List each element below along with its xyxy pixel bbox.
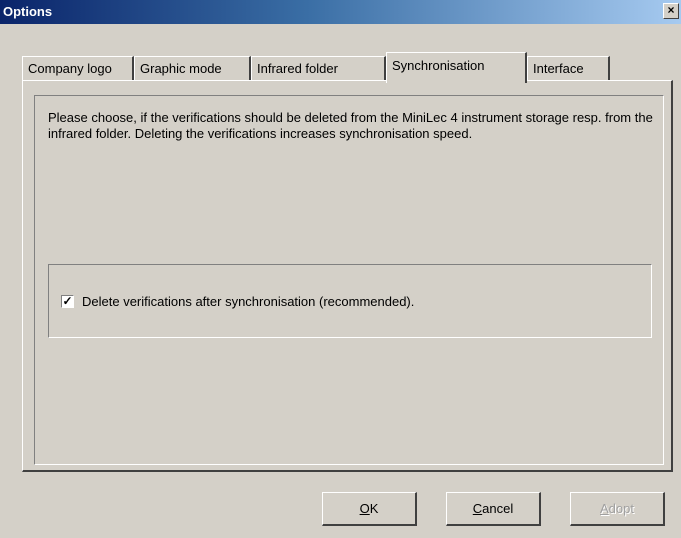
adopt-label-rest: dopt: [608, 501, 634, 516]
close-button[interactable]: ×: [663, 3, 679, 19]
tab-graphic-mode[interactable]: Graphic mode: [134, 56, 251, 81]
synchronisation-panel: Please choose, if the verifications shou…: [22, 80, 673, 472]
close-icon: ×: [667, 3, 675, 17]
cancel-button[interactable]: Cancel: [446, 492, 541, 526]
synchronisation-group: Please choose, if the verifications shou…: [34, 95, 664, 465]
ok-button[interactable]: OK: [322, 492, 417, 526]
tab-interface[interactable]: Interface: [527, 56, 610, 81]
tab-label: Graphic mode: [140, 61, 222, 76]
tab-label: Interface: [533, 61, 584, 76]
tab-label: Company logo: [28, 61, 112, 76]
tab-label: Infrared folder: [257, 61, 338, 76]
tab-label: Synchronisation: [392, 58, 485, 73]
synchronisation-description: Please choose, if the verifications shou…: [48, 110, 653, 141]
cancel-label-rest: ancel: [482, 501, 514, 516]
title-bar[interactable]: Options ×: [0, 0, 681, 24]
checkmark-icon: ✓: [62, 294, 73, 308]
adopt-button[interactable]: Adopt: [570, 492, 665, 526]
tab-infrared-folder[interactable]: Infrared folder: [251, 56, 386, 81]
window-title: Options: [3, 4, 53, 19]
adopt-mnemonic: A: [600, 501, 609, 516]
options-dialog: Options × Company logo Graphic mode Infr…: [0, 0, 681, 538]
ok-label-rest: K: [369, 501, 379, 516]
delete-verifications-label[interactable]: Delete verifications after synchronisati…: [82, 294, 414, 309]
tab-company-logo[interactable]: Company logo: [22, 56, 134, 81]
cancel-mnemonic: C: [472, 501, 483, 516]
delete-verifications-checkbox[interactable]: ✓: [61, 295, 74, 308]
delete-option-group: ✓ Delete verifications after synchronisa…: [48, 264, 652, 338]
tab-synchronisation[interactable]: Synchronisation: [386, 52, 527, 83]
ok-mnemonic: O: [359, 501, 370, 516]
